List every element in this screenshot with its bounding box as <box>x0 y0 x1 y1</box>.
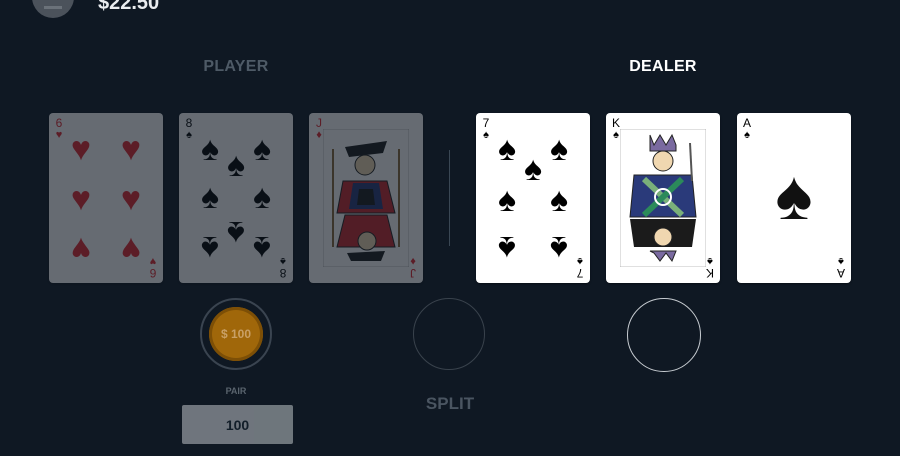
card-rank: 7 <box>576 266 584 280</box>
spade-icon: ♠ <box>497 229 517 267</box>
heart-icon: ♥ <box>120 230 142 268</box>
spade-icon: ♠ <box>252 178 272 216</box>
card-suit: ♠ <box>577 255 583 267</box>
card-rank: A <box>837 266 846 280</box>
card-rank: K <box>611 116 620 130</box>
spade-icon: ♠ <box>200 229 220 267</box>
card-rank: J <box>410 266 416 280</box>
card-rank: 7 <box>482 116 490 130</box>
card-rank: 8 <box>279 266 287 280</box>
split-bet-spot[interactable] <box>413 298 485 370</box>
heart-icon: ♥ <box>70 130 92 168</box>
menu-icon[interactable] <box>32 0 74 18</box>
spade-icon: ♠ <box>252 229 272 267</box>
spade-icon: ♠ <box>226 146 246 184</box>
player-card-1: 6 ♥ ♥ ♥ ♥ ♥ ♥ ♥ 6 ♥ <box>49 113 163 283</box>
card-rank: 6 <box>55 116 63 130</box>
spade-icon: ♠ <box>497 181 517 219</box>
heart-icon: ♥ <box>70 180 92 218</box>
card-rank: A <box>742 116 751 130</box>
player-title: PLAYER <box>203 58 269 75</box>
card-rank: 6 <box>149 266 157 280</box>
dealer-card-3: A ♠ ♠ A ♠ <box>737 113 851 283</box>
pair-bet-spot[interactable]: $ 100 <box>200 298 272 370</box>
card-suit: ♥ <box>149 255 157 267</box>
pair-label: PAIR <box>225 386 247 396</box>
pair-chip[interactable]: $ 100 <box>209 307 263 361</box>
card-rank: 8 <box>185 116 193 130</box>
spade-icon: ♠ <box>549 181 569 219</box>
hands-divider <box>449 150 450 246</box>
card-rank: K <box>706 266 715 280</box>
spade-icon: ♠ <box>775 156 813 234</box>
spade-icon: ♠ <box>200 178 220 216</box>
player-card-3: J ♦ J ♦ <box>309 113 423 283</box>
dealer-card-1: 7 ♠ ♠ ♠ ♠ ♠ ♠ ♠ ♠ 7 ♠ <box>476 113 590 283</box>
pair-bet-input[interactable] <box>182 405 293 444</box>
main-bet-spot[interactable] <box>627 298 701 372</box>
dealer-card-2: K ♠ K ♠ <box>606 113 720 283</box>
heart-icon: ♥ <box>120 180 142 218</box>
card-suit: ♦ <box>410 255 416 267</box>
card-rank: J <box>316 116 322 130</box>
spade-icon: ♠ <box>523 150 543 188</box>
player-card-2: 8 ♠ ♠ ♠ ♠ ♠ ♠ ♠ ♠ ♠ 8 ♠ <box>179 113 293 283</box>
balance-amount: $22.50 <box>98 0 160 14</box>
card-suit: ♠ <box>280 255 286 267</box>
king-face-icon <box>620 129 706 267</box>
jack-face-icon <box>323 129 409 267</box>
spade-icon: ♠ <box>549 229 569 267</box>
split-label[interactable]: SPLIT <box>400 394 500 414</box>
heart-icon: ♥ <box>120 130 142 168</box>
dealer-title: DEALER <box>629 58 697 75</box>
card-suit: ♠ <box>744 129 750 141</box>
heart-icon: ♥ <box>70 230 92 268</box>
